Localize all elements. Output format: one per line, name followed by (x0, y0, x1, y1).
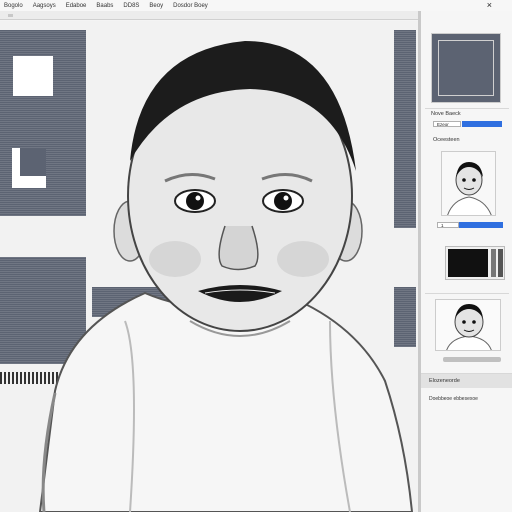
menu-bar: Bogolo Aagsoys Edaboe Baabs DD8S Beoy Do… (0, 0, 512, 11)
right-panel: Nove Baeck Ezeor Oceesteen 1 Elozeneorde… (421, 11, 512, 512)
menu-item-7[interactable]: Dosdor Boey (173, 3, 208, 9)
layer-field-button[interactable] (459, 222, 503, 228)
menu-item-5[interactable]: DD8S (123, 3, 139, 9)
menu-item-6[interactable]: Beoy (149, 3, 163, 9)
image-canvas[interactable] (0, 21, 418, 512)
navigator-thumbnail[interactable] (431, 33, 501, 103)
menu-item-2[interactable]: Aagsoys (33, 3, 56, 9)
baby-thumbnail-icon (447, 162, 492, 215)
section-field-value: Ezeor (437, 122, 449, 127)
layer-field-value: 1 (441, 223, 444, 228)
baby-preview-icon (446, 304, 492, 350)
section2-label: Oceesteen (433, 137, 460, 143)
menu-item-4[interactable]: Baabs (96, 3, 113, 9)
section-title: Nove Baeck (431, 111, 461, 117)
bottom-section-caption: Doebbeoe ebbesexoe (429, 396, 478, 402)
tool-options-bar (0, 11, 420, 20)
preview-thumbnail[interactable] (435, 299, 501, 351)
bottom-section-title: Elozeneorde (429, 378, 460, 384)
tool-chip[interactable] (8, 14, 13, 17)
panel-separator-2 (425, 293, 509, 294)
bottom-section-header[interactable]: Elozeneorde (421, 374, 512, 388)
section-field-button[interactable] (462, 121, 502, 127)
section-field[interactable]: Ezeor (433, 121, 461, 127)
close-icon[interactable]: × (487, 1, 492, 10)
panel-separator-1 (425, 108, 509, 109)
layer-thumbnail-baby[interactable] (441, 151, 496, 216)
layer-field[interactable]: 1 (437, 222, 459, 228)
layer-thumbnail-dark[interactable] (445, 246, 505, 280)
zoom-slider[interactable] (443, 357, 501, 362)
menu-item-3[interactable]: Edaboe (66, 3, 87, 9)
baby-photo (38, 41, 414, 512)
menu-item-1[interactable]: Bogolo (4, 3, 23, 9)
